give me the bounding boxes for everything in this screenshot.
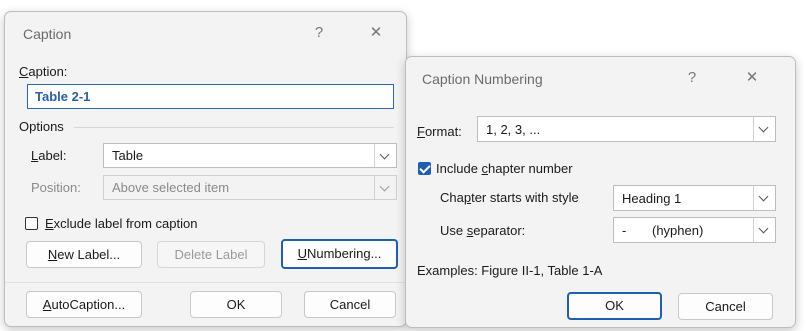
chevron-down-icon [374,176,396,199]
numbering-ok-button[interactable]: OK [567,292,662,320]
separator-dropdown[interactable]: - (hyphen) [613,217,776,243]
format-dropdown-value: 1, 2, 3, ... [486,122,541,137]
ok-button[interactable]: OK [190,291,282,318]
cancel-button[interactable]: Cancel [304,291,396,318]
chevron-down-icon[interactable] [374,144,396,167]
chevron-down-icon[interactable] [753,218,775,242]
close-icon[interactable]: ✕ [740,67,764,89]
include-chapter-text[interactable]: Include chapter number [436,161,573,176]
chevron-down-icon[interactable] [753,117,775,141]
position-dropdown: Above selected item [103,175,397,200]
label-dropdown-value: Table [112,148,144,163]
separator-name: (hyphen) [652,223,704,238]
new-label-button[interactable]: New Label... [26,241,142,268]
options-heading: Options [19,119,64,134]
separator-label: Use separator: [440,223,526,238]
caption-field-label: Caption: [19,64,68,79]
exclude-label-text[interactable]: Exclude label from caption [45,216,197,231]
examples-text: Examples: Figure II-1, Table 1-A [417,263,603,278]
chevron-down-icon[interactable] [753,186,775,210]
label-field-label: Label: [31,148,67,163]
caption-input[interactable]: Table 2-1 [27,84,394,109]
bottom-divider [5,282,406,283]
separator-char: - [622,223,627,238]
numbering-button[interactable]: UNumbering... [281,239,398,269]
caption-title-bar[interactable]: Caption ? ✕ [5,12,406,56]
caption-dialog-title: Caption [23,26,72,42]
label-dropdown[interactable]: Table [103,143,397,168]
format-dropdown[interactable]: 1, 2, 3, ... [477,116,776,142]
chapter-style-value: Heading 1 [622,191,682,206]
position-dropdown-value: Above selected item [112,180,230,195]
options-divider [74,127,394,128]
position-field-label: Position: [31,180,81,195]
chapter-style-label: Chapter starts with style [440,190,579,205]
delete-label-button: Delete Label [157,241,265,268]
help-icon[interactable]: ? [680,67,704,89]
chapter-style-dropdown[interactable]: Heading 1 [613,185,776,211]
format-field-label: Format: [417,124,462,139]
help-icon[interactable]: ? [307,22,331,44]
numbering-cancel-button[interactable]: Cancel [678,293,773,320]
caption-dialog: Caption ? ✕ Caption: Table 2-1 Options L… [4,11,407,327]
exclude-label-checkbox[interactable] [25,217,38,230]
autocaption-button[interactable]: AutoCaption... [26,291,142,318]
numbering-title-bar[interactable]: Caption Numbering ? ✕ [406,57,795,101]
caption-numbering-dialog: Caption Numbering ? ✕ Format: 1, 2, 3, .… [405,56,796,328]
include-chapter-checkbox[interactable] [418,162,431,175]
numbering-dialog-title: Caption Numbering [422,71,543,87]
close-icon[interactable]: ✕ [364,22,388,44]
